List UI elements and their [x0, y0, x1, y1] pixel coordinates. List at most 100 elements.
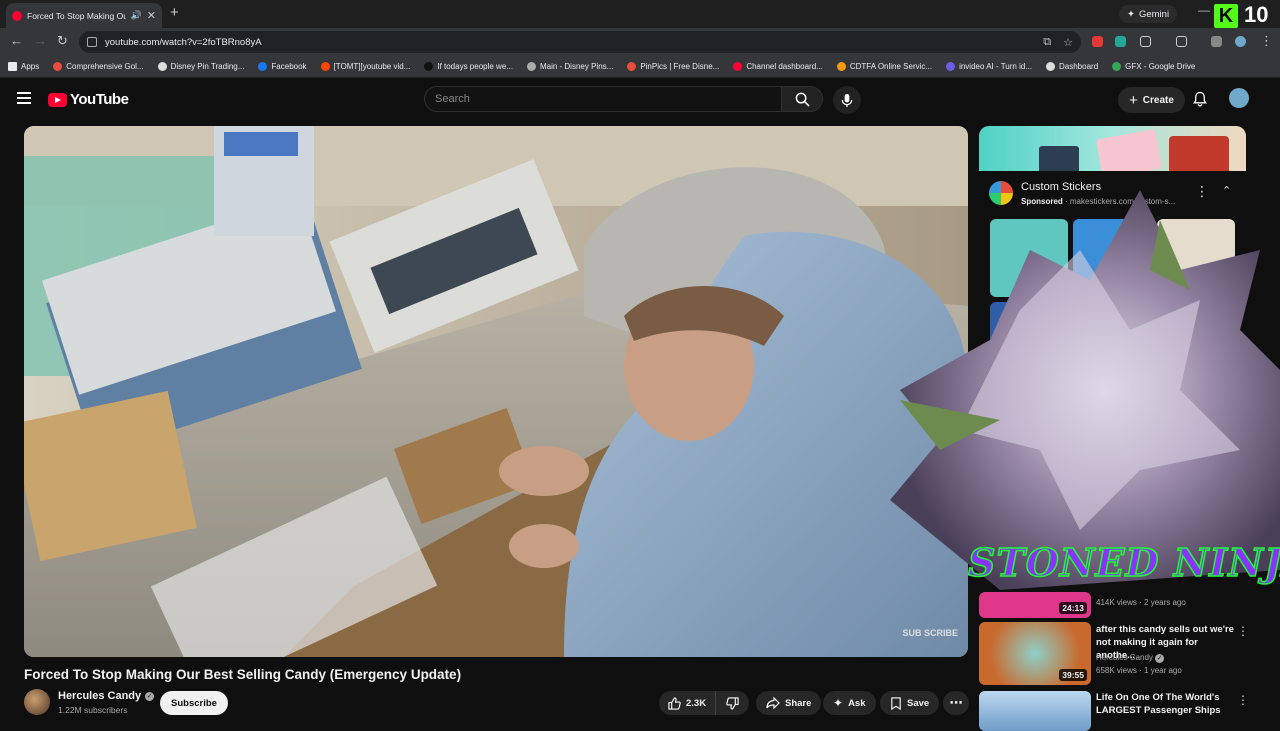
channel-avatar[interactable]	[24, 689, 50, 715]
bookmark-item[interactable]: Dashboard	[1046, 62, 1098, 71]
video-channel[interactable]: Hercules Candy ✓	[1096, 651, 1165, 664]
minimize-icon[interactable]: —	[1198, 3, 1210, 17]
video-player[interactable]: SUB SCRIBE	[24, 126, 968, 657]
bookmark-favicon-icon	[946, 62, 956, 71]
browser-tab[interactable]: Forced To Stop Making Ou 🔊 ✕	[6, 3, 162, 28]
bookmarks-bar: Apps Comprehensive Gol... Disney Pin Tradi…	[0, 56, 1280, 78]
bookmark-item[interactable]: invideo AI - Turn id...	[946, 62, 1032, 71]
account-avatar[interactable]	[1229, 88, 1249, 108]
sparkle-icon: ✦	[833, 696, 844, 710]
thumbs-down-icon	[726, 696, 739, 710]
bookmark-favicon-icon	[836, 62, 846, 71]
video-duration: 24:13	[1059, 602, 1087, 614]
close-tab-icon[interactable]: ✕	[147, 9, 156, 22]
video-frame	[24, 126, 968, 657]
back-icon[interactable]: ←	[10, 33, 23, 48]
video-thumbnail[interactable]: 39:55	[979, 622, 1091, 685]
save-button[interactable]: Save	[880, 691, 940, 715]
share-button[interactable]: Share	[756, 691, 822, 715]
bookmark-item[interactable]: Channel dashboard...	[733, 62, 823, 71]
bookmark-star-icon[interactable]: ☆	[1063, 36, 1073, 49]
site-info-icon[interactable]	[87, 37, 97, 47]
thumbs-up-icon	[668, 696, 681, 710]
bookmark-item[interactable]: Apps	[8, 62, 39, 71]
create-button[interactable]: + Create	[1118, 87, 1185, 113]
video-thumbnail[interactable]	[979, 691, 1091, 731]
like-button[interactable]: 2.3K	[659, 691, 717, 715]
video-thumbnail[interactable]: 24:13	[979, 592, 1091, 618]
video-title[interactable]: Life On One Of The World's LARGEST Passe…	[1096, 691, 1236, 717]
bookmark-label: Dashboard	[1059, 62, 1099, 71]
youtube-play-icon	[48, 92, 67, 107]
bookmark-item[interactable]: Disney Pin Trading...	[157, 62, 244, 71]
share-arrow-icon	[766, 697, 780, 709]
bookmark-favicon-icon	[424, 62, 434, 71]
profile-icon[interactable]	[1235, 36, 1246, 47]
ask-label: Ask	[848, 697, 866, 709]
channel-name[interactable]: Hercules Candy	[1096, 653, 1153, 662]
new-tab-icon[interactable]: +	[170, 4, 179, 21]
bookmark-label: Facebook	[271, 62, 307, 71]
channel-name-row[interactable]: Hercules Candy ✓	[58, 690, 155, 702]
video-views: 658K views · 1 year ago	[1096, 666, 1182, 675]
apps-grid-icon	[8, 62, 17, 71]
menu-kebab-icon[interactable]: ⋮	[1260, 33, 1273, 49]
video-menu-icon[interactable]: ⋮	[1237, 624, 1249, 638]
gemini-button[interactable]: ✦ Gemini	[1119, 5, 1178, 23]
more-actions-button[interactable]: ⋯	[943, 691, 969, 715]
hamburger-menu-icon[interactable]	[17, 92, 31, 104]
microphone-icon	[841, 93, 853, 107]
sidepanel-icon[interactable]	[1176, 36, 1187, 47]
bookmark-item[interactable]: PinPics | Free Disne...	[627, 62, 719, 71]
kick-logo-icon: K	[1214, 4, 1238, 28]
bookmark-favicon-icon	[157, 62, 167, 71]
bookmark-item[interactable]: CDTFA Online Servic...	[836, 62, 932, 71]
like-count: 2.3K	[686, 697, 707, 709]
bookmark-item[interactable]: GFX - Google Drive	[1112, 62, 1195, 71]
voice-search-button[interactable]	[833, 86, 861, 114]
reload-icon[interactable]: ↻	[57, 33, 68, 49]
overlay-watermark-text: STONED NINJA	[968, 540, 1280, 585]
speaker-icon[interactable]: 🔊	[131, 10, 142, 21]
bookmark-item[interactable]: If todays people we...	[424, 62, 513, 71]
video-menu-icon[interactable]: ⋮	[1237, 693, 1249, 707]
sparkle-icon: ✦	[1127, 8, 1135, 20]
youtube-favicon-icon	[12, 10, 22, 21]
media-icon[interactable]	[1211, 36, 1222, 47]
youtube-logo[interactable]: YouTube	[48, 91, 129, 108]
dislike-button[interactable]	[716, 691, 749, 715]
subscribe-watermark[interactable]: SUB SCRIBE	[902, 628, 958, 639]
install-icon[interactable]: ⧉	[1043, 36, 1051, 49]
cannabis-overlay-image	[890, 190, 1280, 590]
bookmark-item[interactable]: Facebook	[258, 62, 307, 71]
ad-banner-image[interactable]	[979, 126, 1246, 171]
extension-icon[interactable]	[1115, 36, 1126, 47]
bookmark-favicon-icon	[526, 62, 536, 71]
notifications-bell-icon[interactable]	[1193, 91, 1207, 107]
youtube-masthead: YouTube Search + Create	[0, 78, 1280, 122]
video-title: Forced To Stop Making Our Best Selling C…	[24, 667, 462, 682]
search-icon	[795, 92, 810, 107]
forward-icon[interactable]: →	[34, 33, 47, 48]
video-duration: 39:55	[1059, 669, 1087, 681]
bookmark-item[interactable]: Main - Disney Pins...	[526, 62, 614, 71]
bookmark-item[interactable]: [TOMT][youtube vid...	[320, 62, 411, 71]
subscribe-button[interactable]: Subscribe	[160, 691, 228, 715]
bookmark-item[interactable]: Comprehensive Gol...	[53, 62, 144, 71]
like-dislike-group: 2.3K	[659, 691, 750, 715]
browser-toolbar: ← → ↻ youtube.com/watch?v=2foTBRno8yA ⧉ …	[0, 28, 1280, 56]
bookmark-favicon-icon	[320, 62, 330, 71]
bookmark-label: GFX - Google Drive	[1125, 62, 1196, 71]
extension-icon[interactable]	[1092, 36, 1103, 47]
channel-name[interactable]: Hercules Candy	[58, 690, 141, 702]
bookmark-label: [TOMT][youtube vid...	[333, 62, 411, 71]
search-button[interactable]	[781, 86, 823, 112]
extensions-puzzle-icon[interactable]	[1140, 36, 1151, 47]
bookmark-label: Channel dashboard...	[746, 62, 823, 71]
address-bar[interactable]: youtube.com/watch?v=2foTBRno8yA ⧉ ☆	[79, 31, 1081, 53]
bookmark-label: PinPics | Free Disne...	[640, 62, 720, 71]
search-input[interactable]: Search	[424, 86, 782, 112]
subscriber-count: 1.22M subscribers	[58, 705, 128, 715]
ask-button[interactable]: ✦ Ask	[823, 691, 876, 715]
bookmark-label: Main - Disney Pins...	[539, 62, 614, 71]
